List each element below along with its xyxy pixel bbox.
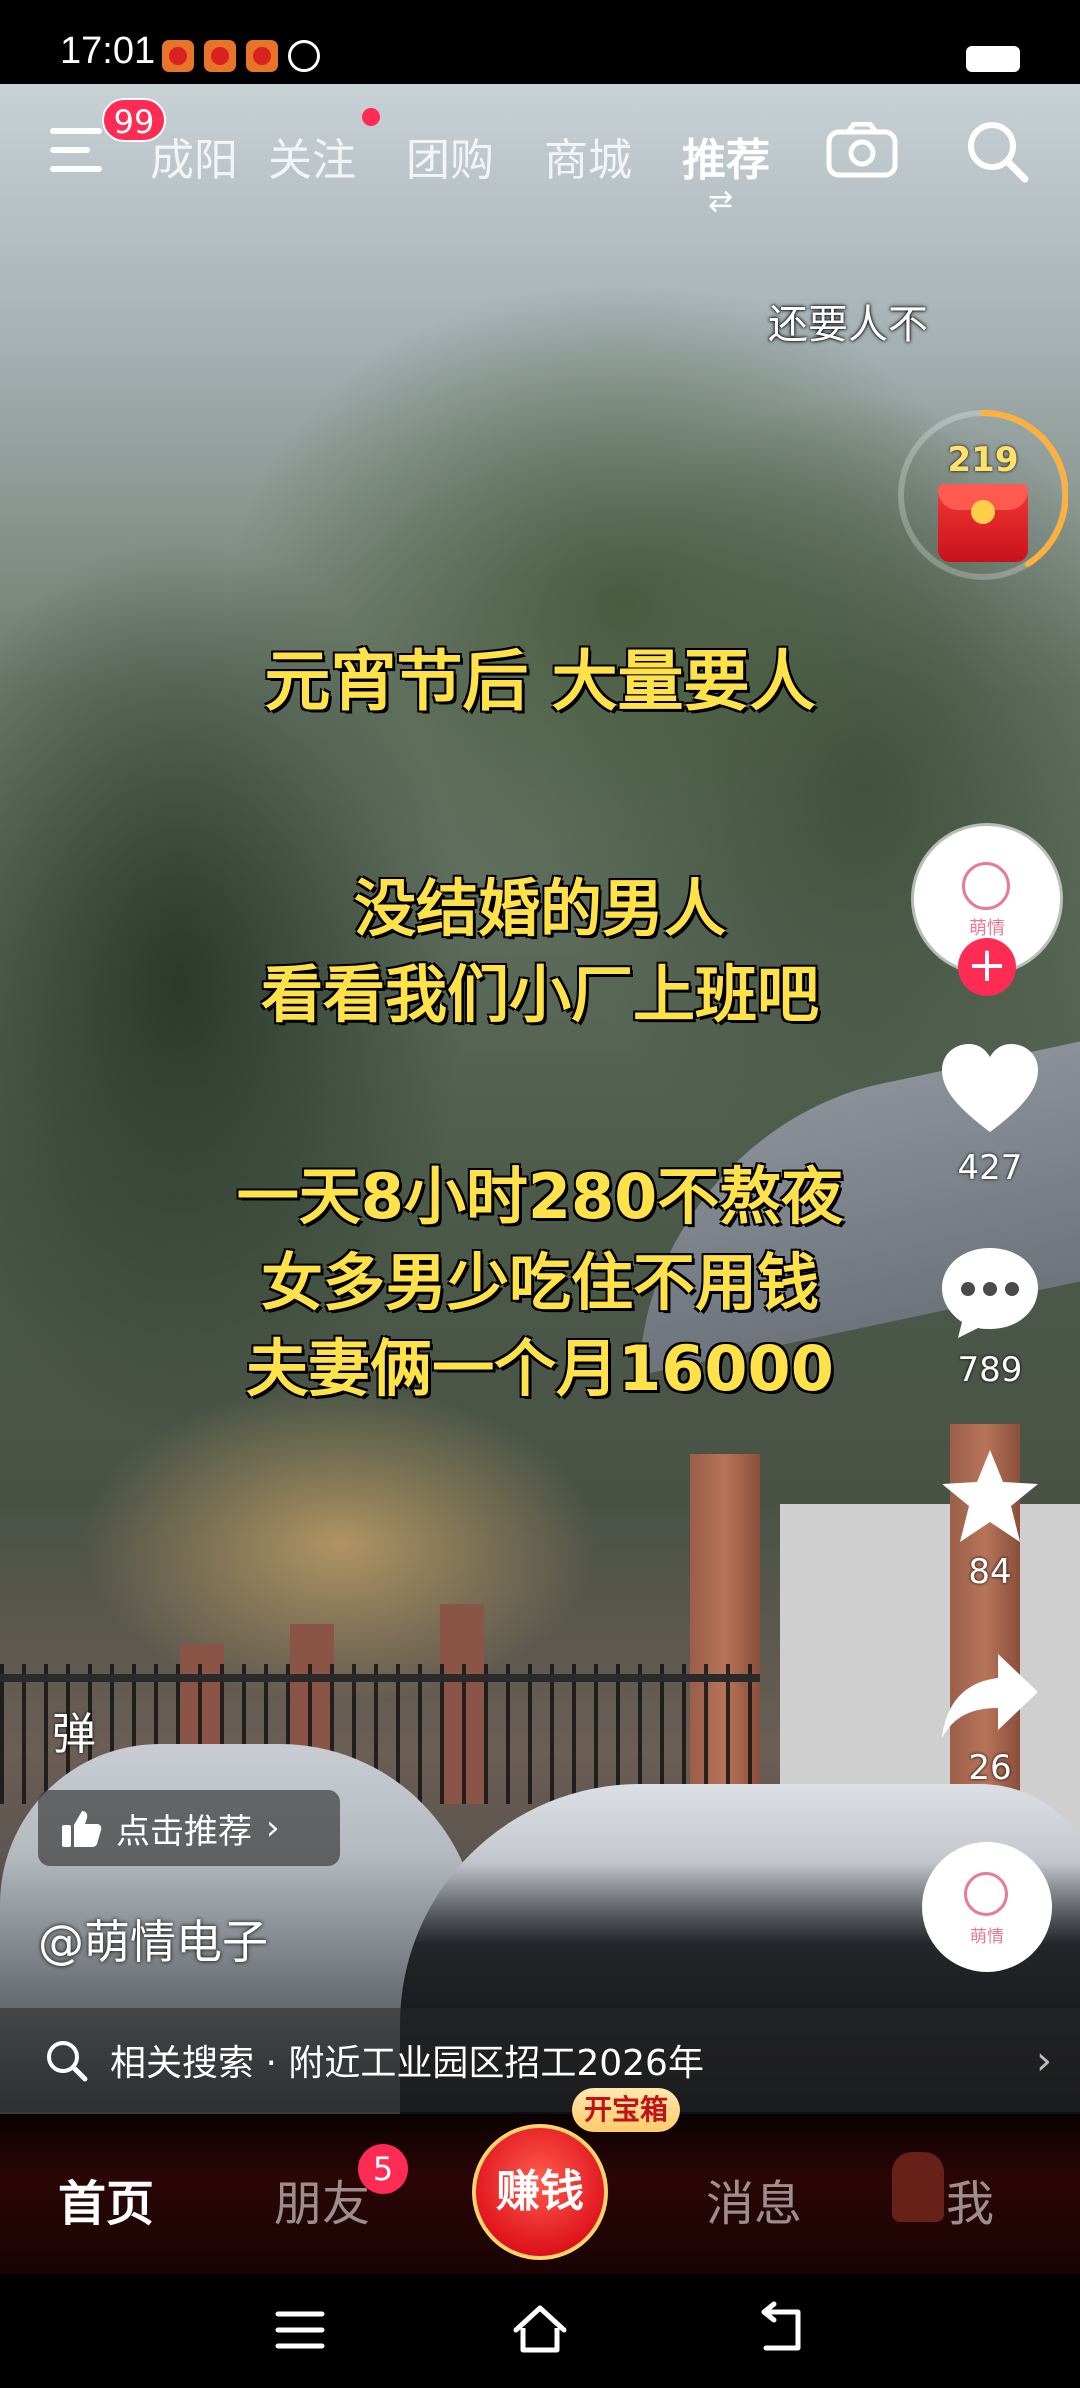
app-notification-icon (162, 40, 194, 72)
like-icon[interactable] (938, 1042, 1042, 1138)
me-avatar (892, 2152, 944, 2222)
video-corner-text: 还要人不 (768, 302, 928, 348)
search-icon[interactable] (964, 118, 1030, 184)
caption-line: 女多男少吃住不用钱 (260, 1246, 819, 1319)
author-name[interactable]: @萌情电子 (38, 1906, 268, 1972)
tab-following[interactable]: 关注 (268, 124, 356, 188)
brand-logo-icon (964, 1872, 1008, 1916)
star-icon[interactable] (938, 1448, 1042, 1544)
share-icon[interactable] (938, 1648, 1042, 1744)
caption-headline: 元宵节后 大量要人 (264, 643, 816, 720)
music-disc-logo-text: 萌情 (970, 1927, 1004, 1947)
tab-group-buy[interactable]: 团购 (406, 124, 494, 188)
music-disc[interactable]: 萌情 (922, 1842, 1052, 1972)
comment-icon[interactable] (938, 1244, 1042, 1340)
thumbs-up-icon (62, 1811, 102, 1847)
timer-progress-ring (980, 410, 1068, 567)
status-bar: 17:01 (0, 0, 1080, 84)
tab-local[interactable]: 成阳 (150, 124, 238, 188)
favorite-count: 84 (968, 1552, 1012, 1592)
notification-icons (162, 40, 320, 72)
app-notification-icon (288, 40, 320, 72)
app-notification-icon (204, 40, 236, 72)
app-notification-icon (246, 40, 278, 72)
comment-count: 789 (957, 1350, 1023, 1390)
nav-earn-button[interactable]: 赚钱 (472, 2124, 608, 2260)
camera-icon[interactable] (826, 122, 898, 178)
danmu-toggle[interactable]: 弹 (52, 1698, 96, 1762)
battery-icon (966, 46, 1020, 72)
brand-logo-icon (962, 862, 1010, 910)
tab-recommend[interactable]: 推荐 (682, 124, 770, 188)
nav-messages[interactable]: 消息 (706, 2164, 802, 2234)
tab-mall[interactable]: 商城 (544, 124, 632, 188)
recent-apps-icon[interactable] (270, 2300, 330, 2360)
search-icon (47, 2041, 88, 2082)
nav-home[interactable]: 首页 (58, 2164, 154, 2234)
share-count: 26 (968, 1748, 1012, 1788)
status-time: 17:01 (60, 30, 156, 72)
menu-icon[interactable] (50, 128, 102, 172)
recommend-label: 点击推荐 (116, 1811, 252, 1852)
home-icon[interactable] (510, 2300, 570, 2360)
like-count: 427 (957, 1148, 1023, 1188)
recommend-button[interactable]: 点击推荐 › (38, 1790, 340, 1866)
related-search-bar[interactable]: 相关搜索 · 附近工业园区招工2026年 › (0, 2008, 1080, 2112)
caption-line: 看看我们小厂上班吧 (260, 958, 819, 1031)
chevron-right-icon: › (1036, 2038, 1052, 2084)
nav-me[interactable]: 我 (946, 2164, 994, 2234)
follow-button[interactable]: + (958, 938, 1016, 996)
swap-icon[interactable]: ⇄ (708, 184, 733, 219)
treasure-chest-badge[interactable]: 开宝箱 (572, 2088, 681, 2132)
back-icon[interactable] (752, 2300, 812, 2360)
following-dot (362, 108, 380, 126)
chevron-right-icon: › (266, 1808, 280, 1848)
related-search-text: 相关搜索 · 附近工业园区招工2026年 (110, 2043, 704, 2084)
nav-friends[interactable]: 朋友 (274, 2164, 370, 2234)
friends-badge: 5 (358, 2144, 408, 2194)
